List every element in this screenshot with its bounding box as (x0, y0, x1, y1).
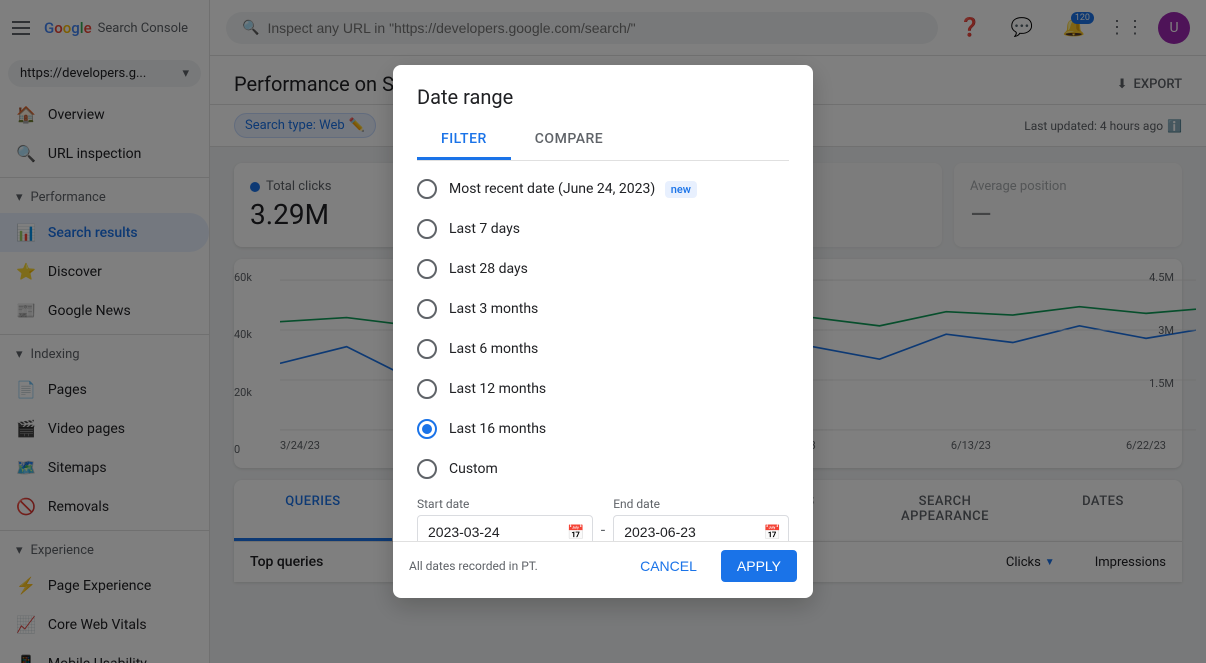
start-date-label: Start date (417, 497, 593, 511)
calendar-icon[interactable]: 📅 (764, 525, 781, 541)
radio-circle (417, 379, 437, 399)
radio-label: Last 12 months (449, 381, 546, 397)
radio-label: Last 6 months (449, 341, 538, 357)
radio-option-last-16-months[interactable]: Last 16 months (417, 409, 789, 449)
apply-button[interactable]: APPLY (721, 550, 797, 582)
radio-circle (417, 339, 437, 359)
radio-circle (417, 259, 437, 279)
modal-tab-compare[interactable]: COMPARE (511, 121, 627, 160)
date-inputs: Start date 📅 - End date 📅 (417, 489, 789, 541)
radio-label: Last 3 months (449, 301, 538, 317)
radio-circle (417, 299, 437, 319)
pt-note: All dates recorded in PT. (409, 559, 538, 573)
radio-circle-selected (417, 419, 437, 439)
radio-circle (417, 219, 437, 239)
modal-overlay[interactable]: Date range FILTER COMPARE Most recent da… (0, 0, 1206, 663)
radio-option-most-recent[interactable]: Most recent date (June 24, 2023) new (417, 169, 789, 209)
date-separator: - (601, 520, 605, 541)
calendar-icon[interactable]: 📅 (567, 525, 584, 541)
radio-label: Last 16 months (449, 421, 546, 437)
modal-tabs: FILTER COMPARE (417, 121, 789, 161)
modal-body: Most recent date (June 24, 2023) new Las… (393, 161, 813, 541)
radio-label: Most recent date (June 24, 2023) new (449, 181, 697, 197)
end-date-label: End date (613, 497, 789, 511)
radio-label: Last 28 days (449, 261, 528, 277)
date-range-modal: Date range FILTER COMPARE Most recent da… (393, 65, 813, 598)
start-date-group: Start date 📅 (417, 497, 593, 541)
end-date-group: End date 📅 (613, 497, 789, 541)
radio-option-custom[interactable]: Custom (417, 449, 789, 489)
radio-label: Custom (449, 461, 498, 477)
radio-option-last-12-months[interactable]: Last 12 months (417, 369, 789, 409)
modal-header: Date range FILTER COMPARE (393, 65, 813, 161)
radio-label: Last 7 days (449, 221, 520, 237)
new-badge: new (665, 181, 697, 198)
modal-tab-filter[interactable]: FILTER (417, 121, 511, 160)
radio-option-last-3-months[interactable]: Last 3 months (417, 289, 789, 329)
modal-footer: All dates recorded in PT. CANCEL APPLY (393, 541, 813, 598)
radio-option-last-6-months[interactable]: Last 6 months (417, 329, 789, 369)
radio-option-last-7-days[interactable]: Last 7 days (417, 209, 789, 249)
modal-actions: CANCEL APPLY (624, 550, 797, 582)
radio-option-last-28-days[interactable]: Last 28 days (417, 249, 789, 289)
cancel-button[interactable]: CANCEL (624, 550, 713, 582)
modal-title: Date range (417, 85, 789, 109)
radio-circle (417, 179, 437, 199)
radio-circle (417, 459, 437, 479)
